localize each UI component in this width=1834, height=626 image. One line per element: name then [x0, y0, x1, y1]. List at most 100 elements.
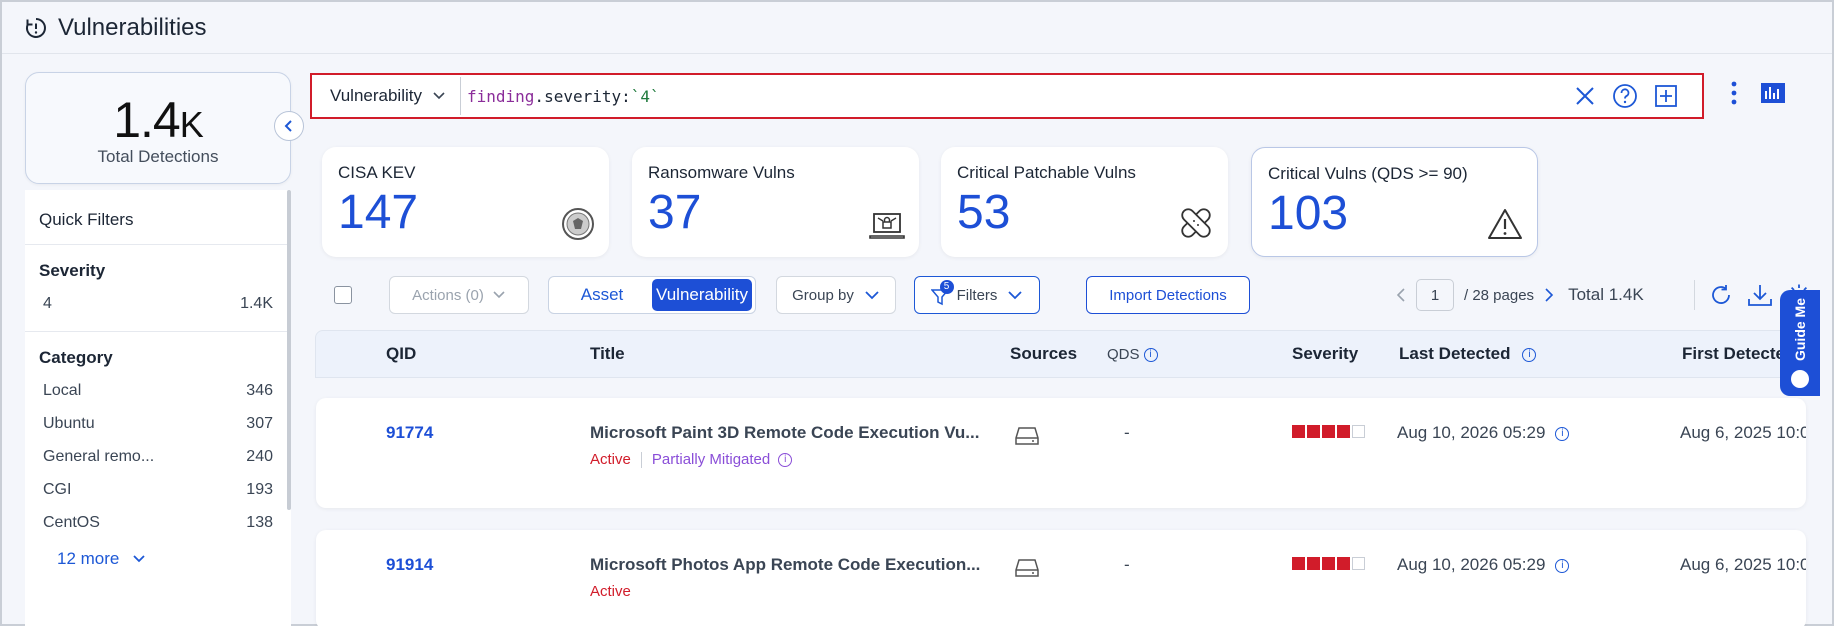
- vuln-title[interactable]: Microsoft Photos App Remote Code Executi…: [590, 555, 980, 575]
- category-label: CGI: [43, 481, 72, 498]
- category-filter-item[interactable]: CGI 193: [39, 481, 277, 514]
- category-count: 193: [246, 481, 273, 498]
- severity-filter-item[interactable]: 4 1.4K: [39, 295, 277, 317]
- category-filter-item[interactable]: Local 346: [39, 382, 277, 415]
- column-header-title[interactable]: Title: [590, 344, 625, 364]
- actions-dropdown[interactable]: Actions (0): [389, 276, 529, 314]
- stat-value: 37: [648, 186, 702, 239]
- stat-label: CISA KEV: [338, 163, 416, 182]
- severity-filter-heading: Severity: [39, 261, 106, 280]
- add-query-icon[interactable]: [1654, 84, 1678, 108]
- collapse-panel-button[interactable]: [274, 111, 304, 141]
- qid-link[interactable]: 91774: [386, 423, 433, 443]
- first-detected-value: Aug 6, 2025 10:0: [1680, 423, 1806, 442]
- show-more-categories-link[interactable]: 12 more: [39, 547, 277, 571]
- chevron-down-icon: [433, 92, 445, 100]
- status-line: Active: [590, 583, 631, 600]
- page-count-label: / 28 pages: [1464, 286, 1535, 304]
- dashboard-chart-icon[interactable]: [1760, 82, 1786, 104]
- info-icon[interactable]: i: [778, 452, 793, 467]
- show-more-label: 12 more: [57, 549, 120, 568]
- summary-panel: 1.4K Total Detections: [25, 72, 291, 184]
- filters-label: Filters: [956, 286, 998, 304]
- filters-count-badge: 5: [939, 280, 954, 294]
- guide-me-button[interactable]: Guide Me: [1780, 290, 1820, 396]
- stat-label: Critical Patchable Vulns: [957, 163, 1136, 182]
- category-filter-heading: Category: [39, 348, 113, 367]
- warning-icon: [1488, 209, 1522, 239]
- table-row[interactable]: 91914 Microsoft Photos App Remote Code E…: [316, 530, 1806, 626]
- category-filter-item[interactable]: General remo... 240: [39, 448, 277, 481]
- bandage-icon: [1181, 208, 1211, 238]
- stat-card-ransomware[interactable]: Ransomware Vulns 37: [632, 147, 919, 257]
- vuln-title[interactable]: Microsoft Paint 3D Remote Code Execution…: [590, 423, 979, 443]
- ransomware-laptop-icon: [869, 213, 905, 239]
- chevron-down-icon: [493, 291, 505, 299]
- view-vulnerability-option[interactable]: Vulnerability: [652, 279, 752, 311]
- help-icon[interactable]: [1612, 83, 1638, 109]
- scanner-source-icon: [1015, 427, 1039, 445]
- qid-link[interactable]: 91914: [386, 555, 433, 575]
- prev-page-icon[interactable]: [1396, 287, 1406, 303]
- total-detections-value: 1.4K: [113, 92, 204, 148]
- category-label: Ubuntu: [43, 415, 95, 432]
- table-row[interactable]: 91774 Microsoft Paint 3D Remote Code Exe…: [316, 398, 1806, 508]
- column-header-first-detected[interactable]: First Detecte: [1682, 344, 1785, 364]
- info-icon[interactable]: i: [1143, 348, 1158, 363]
- query-token-value: `4`: [630, 86, 660, 106]
- view-toggle: Asset Vulnerability: [548, 276, 756, 314]
- table-header: QID Title Sources QDS i Severity Last Det…: [315, 330, 1805, 378]
- category-count: 346: [246, 382, 273, 399]
- total-detections-label: Total Detections: [97, 147, 219, 166]
- column-header-qid[interactable]: QID: [386, 344, 416, 364]
- quick-filters-heading: Quick Filters: [25, 190, 291, 245]
- info-icon[interactable]: i: [1555, 426, 1570, 441]
- quick-filters-scrollbar[interactable]: [287, 190, 291, 510]
- category-filter-item[interactable]: CentOS 138: [39, 514, 277, 547]
- qds-value: -: [1124, 423, 1130, 442]
- select-all-checkbox[interactable]: [334, 286, 352, 304]
- category-filter-item[interactable]: Ubuntu 307: [39, 415, 277, 448]
- last-detected-header-label: Last Detected: [1399, 344, 1511, 363]
- query-token-dot: .: [534, 86, 545, 106]
- query-token-field: severity:: [544, 86, 631, 106]
- view-asset-option[interactable]: Asset: [552, 279, 652, 311]
- column-header-severity[interactable]: Severity: [1292, 344, 1358, 364]
- more-options-icon[interactable]: [1730, 80, 1738, 106]
- search-query-input[interactable]: finding.severity:`4`: [467, 87, 1574, 106]
- stat-card-cisa-kev[interactable]: CISA KEV 147: [322, 147, 609, 257]
- chevron-left-icon: [284, 120, 292, 132]
- total-detections-card: 1.4K Total Detections: [25, 72, 291, 184]
- stat-label: Ransomware Vulns: [648, 163, 795, 182]
- clear-search-icon[interactable]: [1574, 85, 1596, 107]
- import-detections-button[interactable]: Import Detections: [1086, 276, 1250, 314]
- column-header-qds[interactable]: QDS i: [1107, 346, 1158, 363]
- column-header-sources[interactable]: Sources: [1010, 344, 1077, 364]
- category-count: 240: [246, 448, 273, 465]
- stat-value: 147: [338, 186, 419, 239]
- info-icon[interactable]: i: [1522, 347, 1537, 362]
- filters-button[interactable]: 5 Filters: [914, 276, 1040, 314]
- quick-filters-panel: Quick Filters Severity 4 1.4K Category L…: [25, 190, 291, 626]
- chevron-down-icon: [133, 555, 145, 563]
- severity-filter-section: Severity 4 1.4K: [25, 245, 291, 332]
- group-by-dropdown[interactable]: Group by: [776, 276, 896, 314]
- info-icon[interactable]: i: [1555, 558, 1570, 573]
- guide-me-label: Guide Me: [1792, 298, 1808, 362]
- severity-filter-label: 4: [43, 295, 52, 312]
- page-number-input[interactable]: 1: [1416, 279, 1454, 311]
- stat-value: 53: [957, 186, 1011, 239]
- last-detected-value: Aug 10, 2026 05:29 i: [1397, 423, 1570, 443]
- stat-card-critical-qds[interactable]: Critical Vulns (QDS >= 90) 103: [1251, 147, 1538, 257]
- stat-card-critical-patchable[interactable]: Critical Patchable Vulns 53: [941, 147, 1228, 257]
- next-page-icon[interactable]: [1544, 287, 1554, 303]
- column-header-last-detected[interactable]: Last Detected i: [1399, 344, 1537, 364]
- last-detected-text: Aug 10, 2026 05:29: [1397, 423, 1546, 442]
- category-label: Local: [43, 382, 82, 399]
- pagination: 1 / 28 pages Total 1.4K: [1396, 276, 1644, 314]
- search-type-dropdown[interactable]: Vulnerability: [316, 77, 461, 115]
- query-search-bar: Vulnerability finding.severity:`4`: [310, 73, 1704, 119]
- download-icon[interactable]: [1747, 283, 1773, 307]
- refresh-icon[interactable]: [1709, 283, 1733, 307]
- category-label: CentOS: [43, 514, 100, 531]
